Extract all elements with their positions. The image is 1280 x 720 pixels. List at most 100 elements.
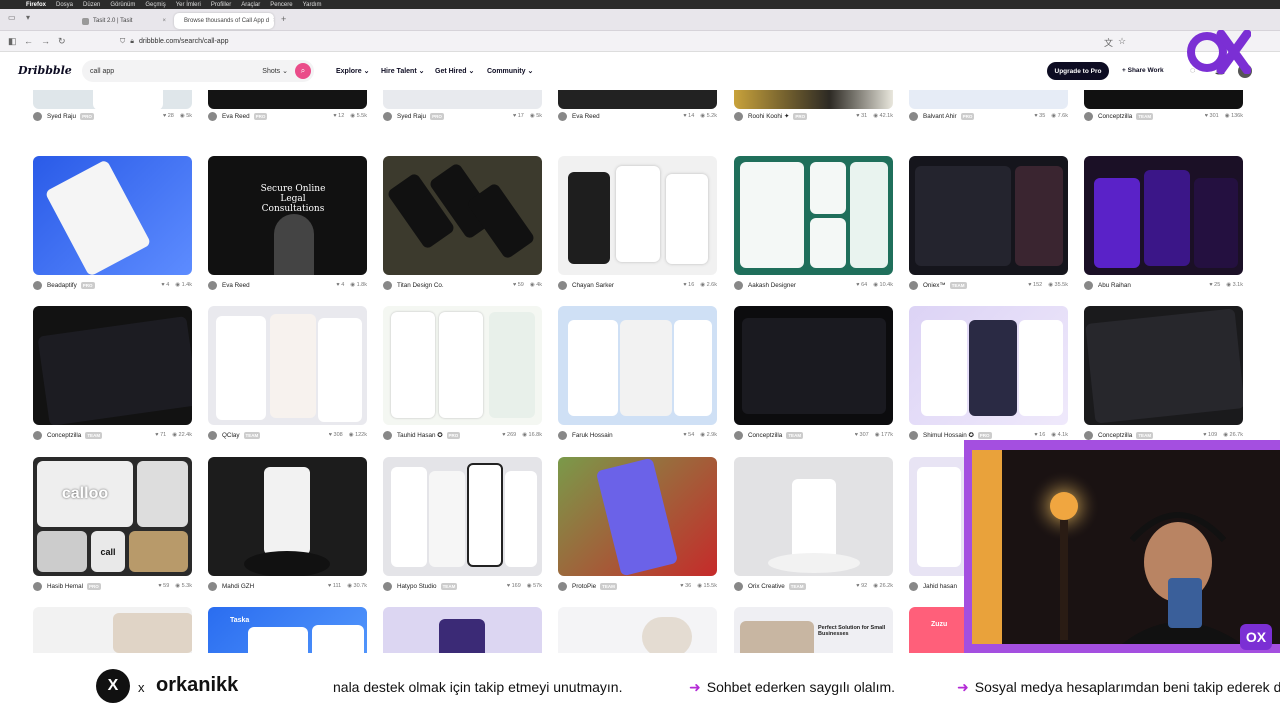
author-name[interactable]: Shimul Hossain ✪ [923,432,974,439]
shot-thumbnail[interactable] [383,457,542,576]
sidebar-icon[interactable]: ◧ [8,36,17,47]
avatar[interactable] [558,280,567,290]
shot-thumbnail[interactable]: Secure Online Legal Consultations [208,156,367,275]
avatar[interactable] [208,581,217,591]
avatar[interactable] [1084,111,1093,121]
avatar[interactable] [383,111,392,121]
shot-thumbnail[interactable] [383,306,542,425]
author-name[interactable]: Conceptzilla [748,432,782,439]
shot-thumbnail[interactable] [558,156,717,275]
avatar[interactable] [909,430,918,440]
avatar[interactable] [33,111,42,121]
menu-dosya[interactable]: Dosya [56,2,73,8]
shot-thumbnail[interactable] [208,90,367,109]
menu-gorunum[interactable]: Görünüm [110,2,135,8]
author-name[interactable]: Titan Design Co. [397,282,444,289]
shot-thumbnail[interactable]: Taska [208,607,367,653]
search-filter-dropdown[interactable]: Shots ⌄ [262,67,288,75]
author-name[interactable]: Mahdi GZH [222,583,254,590]
author-name[interactable]: Conceptzilla [47,432,81,439]
author-name[interactable]: Beadaptify [47,282,77,289]
search-icon[interactable]: ⌕ [295,63,311,79]
nav-explore[interactable]: Explore ⌄ [336,67,370,75]
avatar[interactable] [383,430,392,440]
author-name[interactable]: Roohi Koohi ✦ [748,113,789,120]
shot-thumbnail[interactable] [208,306,367,425]
tab-tasit[interactable]: Tasit 2.0 | Tasit × [76,13,172,29]
avatar[interactable] [558,581,567,591]
avatar[interactable] [558,111,567,121]
menu-yer-imleri[interactable]: Yer İmleri [176,2,201,8]
avatar[interactable] [33,430,42,440]
close-tab-icon[interactable]: × [162,18,166,24]
avatar[interactable] [208,430,217,440]
shot-thumbnail[interactable] [558,607,717,653]
share-work-button[interactable]: + Share Work [1122,67,1164,74]
avatar[interactable] [33,581,42,591]
avatar[interactable] [734,430,743,440]
avatar[interactable] [33,280,42,290]
author-name[interactable]: Jahid hasan [923,583,957,590]
author-name[interactable]: ProtoPie [572,583,596,590]
translate-icon[interactable]: 文 [1104,36,1113,49]
nav-get-hired[interactable]: Get Hired ⌄ [435,67,474,75]
shot-thumbnail[interactable] [734,457,893,576]
upgrade-button[interactable]: Upgrade to Pro [1047,62,1109,80]
close-tab-icon[interactable]: × [273,18,274,24]
shot-thumbnail[interactable] [1084,306,1243,425]
menu-duzen[interactable]: Düzen [83,2,100,8]
shot-thumbnail[interactable] [734,156,893,275]
forward-icon[interactable]: → [41,36,50,46]
author-name[interactable]: Balvant Ahir [923,113,957,120]
shot-thumbnail[interactable] [208,457,367,576]
shot-thumbnail[interactable] [909,90,1068,109]
nav-community[interactable]: Community ⌄ [487,67,533,75]
menu-gecmis[interactable]: Geçmiş [145,2,165,8]
author-name[interactable]: QClay [222,432,240,439]
avatar[interactable] [558,430,567,440]
shot-thumbnail[interactable] [33,90,192,109]
shot-thumbnail[interactable] [909,306,1068,425]
avatar[interactable] [734,280,743,290]
shot-thumbnail[interactable] [909,156,1068,275]
author-name[interactable]: Hasib Hemal [47,583,83,590]
avatar[interactable] [208,280,217,290]
avatar[interactable] [1084,280,1093,290]
author-name[interactable]: Oniex™ [923,282,946,289]
shot-thumbnail[interactable] [1084,156,1243,275]
author-name[interactable]: Hatypo Studio [397,583,437,590]
author-name[interactable]: Eva Reed [572,113,600,120]
shot-thumbnail[interactable] [558,90,717,109]
avatar[interactable] [734,111,743,121]
avatar[interactable] [909,581,918,591]
avatar[interactable] [909,280,918,290]
shot-thumbnail[interactable] [33,306,192,425]
shot-thumbnail[interactable] [1084,90,1243,109]
avatar[interactable] [208,111,217,121]
shot-thumbnail[interactable] [33,607,192,653]
menu-firefox[interactable]: Firefox [26,2,46,8]
author-name[interactable]: Conceptzilla [1098,113,1132,120]
shot-thumbnail[interactable] [734,306,893,425]
menu-araclar[interactable]: Araçlar [241,2,260,8]
author-name[interactable]: Aakash Designer [748,282,796,289]
shot-thumbnail[interactable] [383,607,542,653]
back-icon[interactable]: ← [24,36,33,46]
author-name[interactable]: Tauhid Hasan ✪ [397,432,443,439]
shot-thumbnail[interactable] [383,90,542,109]
author-name[interactable]: Eva Reed [222,282,250,289]
avatar[interactable] [383,280,392,290]
author-name[interactable]: Eva Reed [222,113,250,120]
avatar[interactable] [909,111,918,121]
shot-thumbnail[interactable]: calloo call [33,457,192,576]
menu-pencere[interactable]: Pencere [270,2,292,8]
menu-yardim[interactable]: Yardım [303,2,322,8]
tab-list-icon[interactable]: ▾ [26,13,30,22]
address-bar[interactable]: ⛉ 🔒︎ dribbble.com/search/call-app [120,34,1130,49]
bookmark-star-icon[interactable]: ☆ [1118,36,1126,47]
author-name[interactable]: Conceptzilla [1098,432,1132,439]
shot-thumbnail[interactable] [383,156,542,275]
author-name[interactable]: Syed Raju [47,113,76,120]
avatar[interactable] [734,581,743,591]
shot-thumbnail[interactable]: Perfect Solution for Small Businesses [734,607,893,653]
